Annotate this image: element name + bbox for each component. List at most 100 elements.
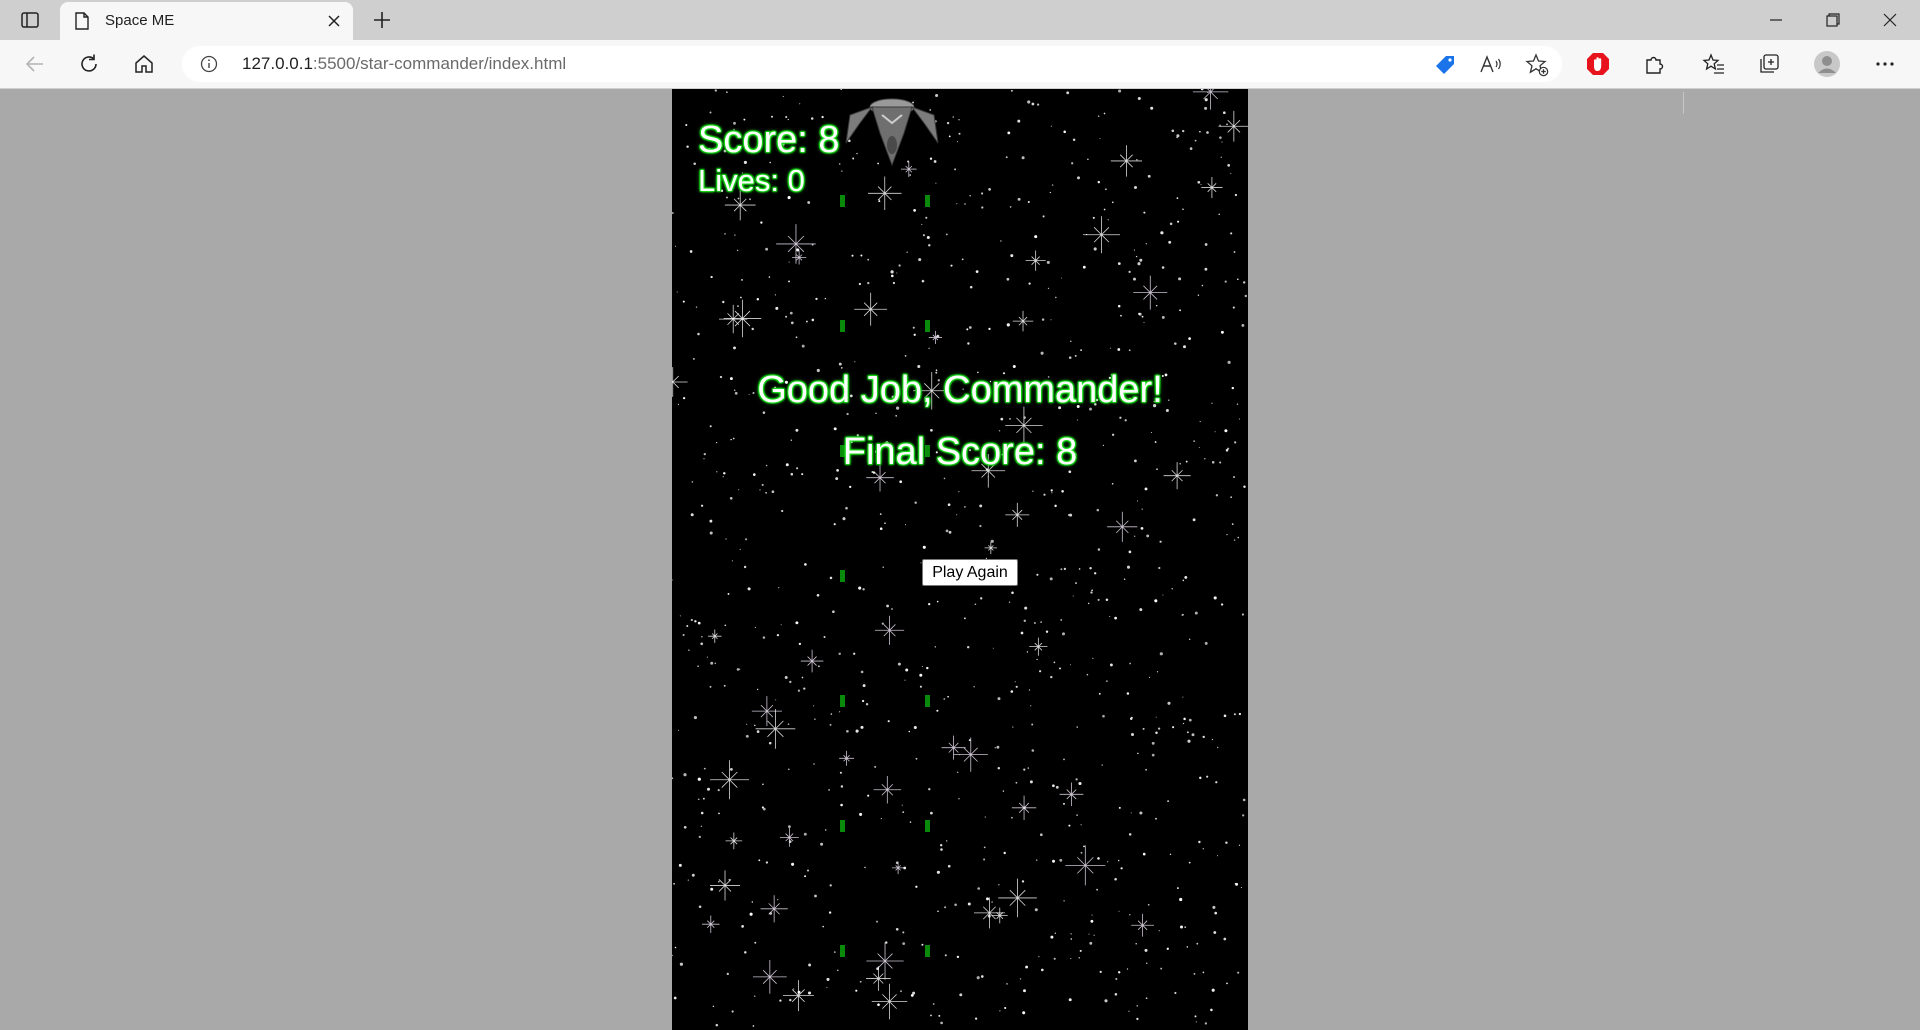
star: [829, 912, 831, 914]
star: [948, 135, 951, 138]
star: [1038, 956, 1040, 958]
star: [798, 642, 802, 646]
back-button[interactable]: [19, 48, 51, 80]
star: [1243, 485, 1246, 488]
sparkle-star: [998, 878, 1037, 918]
star: [1141, 315, 1144, 318]
star: [820, 842, 824, 846]
info-icon[interactable]: [200, 55, 218, 73]
browser-toolbar: 127.0.0.1:5500/star-commander/index.html: [0, 40, 1920, 114]
url-text[interactable]: 127.0.0.1:5500/star-commander/index.html: [242, 54, 566, 74]
new-tab-button[interactable]: [368, 6, 396, 34]
star: [1027, 200, 1030, 204]
home-button[interactable]: [128, 48, 160, 80]
star: [1023, 989, 1026, 993]
star: [964, 203, 966, 205]
star: [1031, 723, 1034, 726]
star: [784, 676, 788, 679]
star: [1124, 419, 1127, 422]
reload-button[interactable]: [73, 48, 105, 80]
star: [902, 942, 906, 945]
star: [672, 777, 674, 780]
star: [729, 496, 733, 500]
star: [672, 954, 673, 957]
star: [701, 636, 703, 638]
star: [1003, 851, 1006, 855]
star: [757, 688, 759, 691]
minimize-button[interactable]: [1748, 0, 1804, 40]
play-again-button[interactable]: Play Again: [922, 559, 1018, 586]
star: [1200, 183, 1202, 186]
star: [1128, 1010, 1130, 1012]
star: [922, 545, 926, 549]
star: [1103, 112, 1106, 115]
star: [1204, 267, 1208, 271]
star: [1223, 714, 1227, 718]
star: [725, 538, 727, 540]
star: [1099, 970, 1102, 974]
collections-button[interactable]: [1755, 50, 1783, 78]
star: [1004, 1006, 1007, 1010]
star: [679, 962, 683, 966]
star: [1055, 785, 1059, 789]
star: [1079, 949, 1082, 952]
star: [975, 270, 979, 273]
score-display: Score: 8: [698, 119, 840, 161]
extensions-button[interactable]: [1640, 50, 1668, 78]
active-tab[interactable]: Space ME: [60, 2, 353, 40]
star: [1182, 696, 1184, 698]
star: [1097, 857, 1100, 860]
tab-actions-button[interactable]: [18, 9, 42, 31]
star: [682, 300, 685, 303]
sparkle-star: [1218, 110, 1248, 142]
close-window-button[interactable]: [1862, 0, 1918, 40]
star: [1077, 176, 1080, 180]
star: [892, 281, 896, 285]
star: [1136, 1017, 1139, 1021]
sparkle-star: [891, 861, 905, 875]
star: [807, 869, 809, 872]
adblock-extension-button[interactable]: [1584, 50, 1612, 78]
star: [734, 234, 736, 236]
restore-button[interactable]: [1805, 0, 1861, 40]
star: [1151, 753, 1155, 757]
star: [1130, 716, 1133, 719]
sparkle-star: [709, 870, 741, 901]
star: [745, 734, 749, 738]
star: [860, 670, 864, 674]
address-bar[interactable]: 127.0.0.1:5500/star-commander/index.html: [182, 46, 1562, 82]
profile-button[interactable]: [1813, 50, 1841, 78]
favorites-button[interactable]: [1700, 50, 1728, 78]
game-canvas[interactable]: Score: 8 Lives: 0 Good Job, Commander! F…: [672, 89, 1248, 1030]
star: [674, 946, 677, 949]
star: [793, 988, 795, 990]
star: [897, 662, 901, 666]
star: [700, 504, 704, 507]
star: [1049, 577, 1053, 581]
read-aloud-button[interactable]: [1478, 52, 1504, 78]
star: [1139, 811, 1143, 815]
star: [824, 297, 827, 300]
star: [886, 604, 889, 608]
tab-close-button[interactable]: [323, 10, 345, 32]
star: [1126, 692, 1130, 695]
settings-menu-button[interactable]: [1871, 50, 1899, 78]
shopping-tag-button[interactable]: [1432, 52, 1458, 78]
star: [1051, 184, 1054, 186]
bullet: [840, 570, 845, 582]
star: [1010, 690, 1014, 693]
star: [992, 647, 994, 649]
star: [754, 995, 756, 997]
star: [1187, 739, 1191, 743]
sparkle-star: [1065, 845, 1106, 886]
star: [759, 489, 761, 491]
star: [676, 291, 678, 293]
star: [1060, 618, 1063, 621]
star: [926, 666, 929, 670]
star: [925, 216, 928, 219]
star: [983, 858, 986, 861]
star: [737, 305, 739, 307]
star: [914, 501, 917, 504]
add-favorite-button[interactable]: [1524, 52, 1550, 78]
star: [874, 765, 877, 768]
